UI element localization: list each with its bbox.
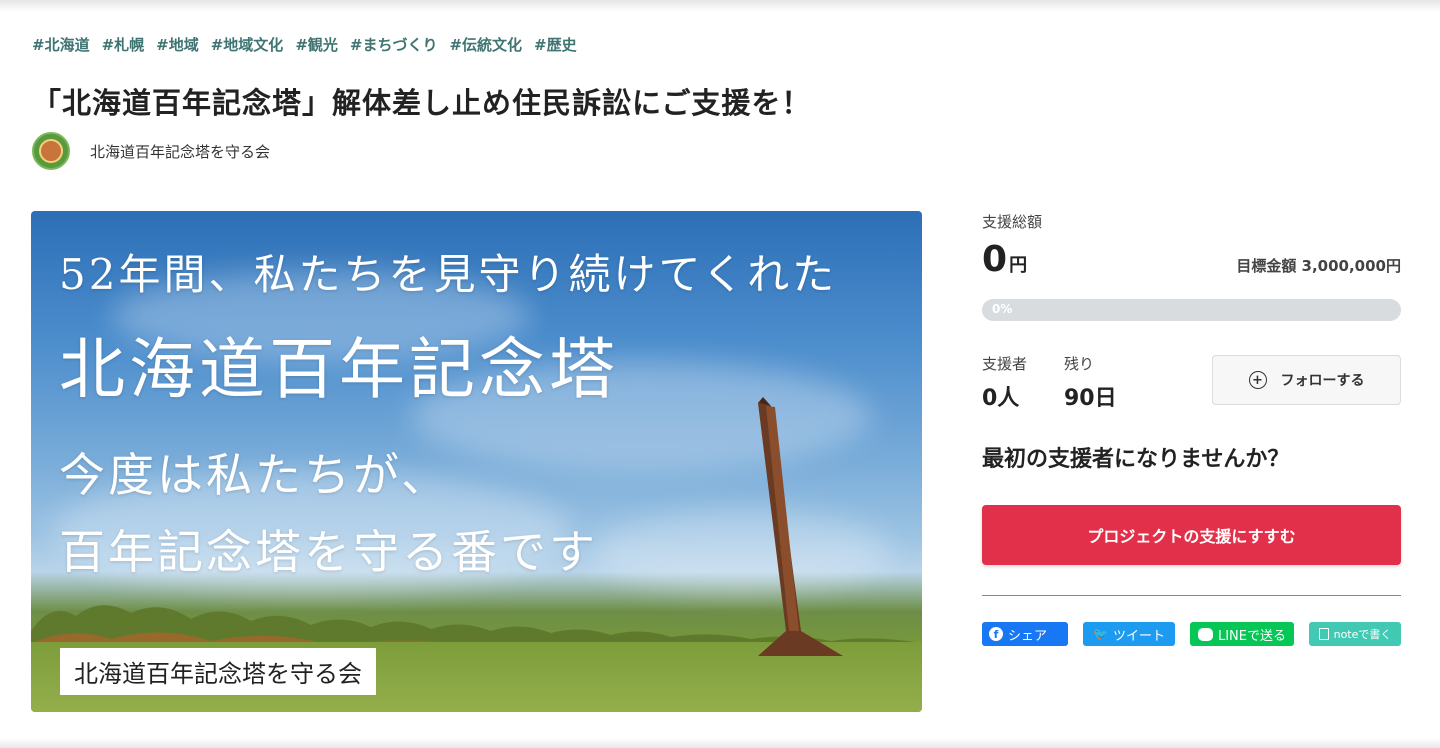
hero-organization-badge: 北海道百年記念塔を守る会 — [60, 648, 376, 695]
progress-bar: 0% — [982, 299, 1401, 321]
tag-town-development[interactable]: #まちづくり — [350, 34, 438, 55]
supporters-stat: 支援者 0人 — [982, 353, 1027, 412]
project-owner[interactable]: 北海道百年記念塔を守る会 — [32, 132, 270, 170]
project-title: 「北海道百年記念塔」解体差し止め住民訴訟にご支援を！ — [32, 86, 812, 120]
twitter-tweet-label: ツイート — [1112, 628, 1165, 644]
tag-regional-culture[interactable]: #地域文化 — [211, 34, 284, 55]
bottom-shadow — [0, 738, 1440, 748]
twitter-tweet-button[interactable]: 🐦 ツイート — [1083, 622, 1175, 646]
follow-button[interactable]: + フォローする — [1212, 355, 1401, 405]
note-write-label: noteで書く — [1333, 628, 1392, 641]
divider — [982, 595, 1401, 596]
tag-region[interactable]: #地域 — [156, 34, 199, 55]
remaining-label: 残り — [1064, 355, 1095, 373]
supporters-value: 0人 — [982, 386, 1020, 411]
owner-avatar[interactable] — [32, 132, 70, 170]
tag-list: #北海道 #札幌 #地域 #地域文化 #観光 #まちづくり #伝統文化 #歴史 — [32, 34, 577, 55]
plus-circle-icon: + — [1248, 371, 1267, 389]
tag-hokkaido[interactable]: #北海道 — [32, 34, 90, 55]
facebook-share-button[interactable]: f シェア — [982, 622, 1068, 646]
facebook-share-label: シェア — [1008, 628, 1048, 644]
total-label: 支援総額 — [982, 213, 1043, 231]
remaining-stat: 残り 90日 — [1064, 353, 1117, 412]
top-shadow — [0, 0, 1440, 12]
tag-traditional-culture[interactable]: #伝統文化 — [449, 34, 522, 55]
hero-headline-4: 百年記念塔を守る番です — [59, 525, 598, 579]
progress-text: 0% — [992, 302, 1013, 316]
first-supporter-prompt: 最初の支援者になりませんか？ — [982, 447, 1290, 472]
total-value: 0 — [982, 239, 1008, 280]
tag-history[interactable]: #歴史 — [534, 34, 577, 55]
tag-sapporo[interactable]: #札幌 — [102, 34, 145, 55]
mascot-icon — [39, 139, 63, 163]
note-icon — [1318, 628, 1329, 640]
total-row: 0円 目標金額 3,000,000円 — [982, 239, 1401, 280]
owner-name[interactable]: 北海道百年記念塔を守る会 — [90, 141, 270, 162]
line-send-button[interactable]: LINEで送る — [1190, 622, 1294, 646]
remaining-value: 90日 — [1064, 386, 1117, 411]
funding-panel: 支援総額 0円 目標金額 3,000,000円 0% 支援者 0人 残り 90日… — [982, 211, 1401, 646]
supporters-label: 支援者 — [982, 355, 1028, 373]
support-project-button[interactable]: プロジェクトの支援にすすむ — [982, 505, 1401, 565]
hero-headline-3: 今度は私たちが、 — [59, 448, 451, 502]
follow-label: フォローする — [1280, 373, 1365, 389]
line-icon — [1197, 627, 1213, 641]
facebook-icon: f — [989, 627, 1003, 641]
hero-headline-2: 北海道百年記念塔 — [59, 331, 619, 408]
note-write-button[interactable]: noteで書く — [1309, 622, 1401, 646]
total-unit: 円 — [1009, 255, 1028, 276]
twitter-bird-icon: 🐦 — [1093, 627, 1108, 641]
share-buttons: f シェア 🐦 ツイート LINEで送る noteで書く — [982, 622, 1401, 646]
hero-headline-1: 52年間、私たちを見守り続けてくれた — [59, 250, 838, 299]
total-amount: 0円 — [982, 239, 1027, 280]
line-send-label: LINEで送る — [1217, 628, 1286, 644]
hero-image: 52年間、私たちを見守り続けてくれた 北海道百年記念塔 今度は私たちが、 百年記… — [31, 211, 922, 712]
tag-tourism[interactable]: #観光 — [295, 34, 338, 55]
goal-amount: 目標金額 3,000,000円 — [1236, 257, 1401, 275]
